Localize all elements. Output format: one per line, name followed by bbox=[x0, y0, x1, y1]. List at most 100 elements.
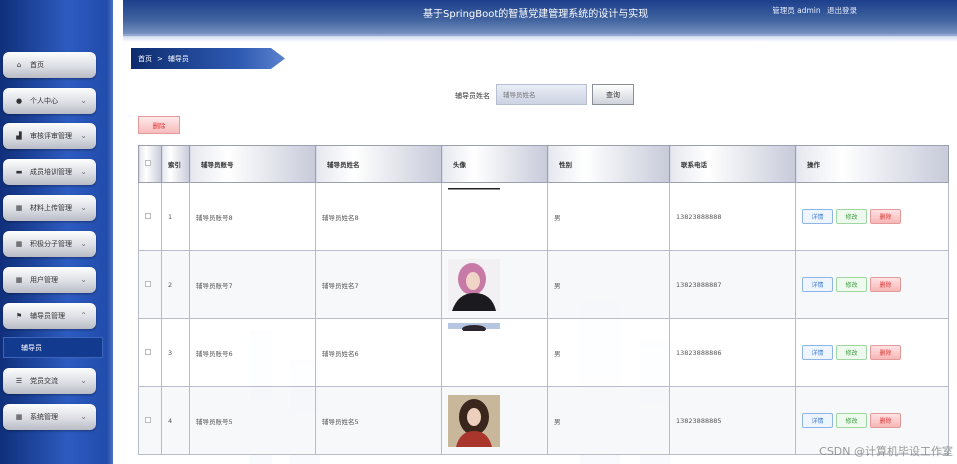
detail-button[interactable]: 详情 bbox=[802, 413, 833, 428]
delete-button[interactable]: 删除 bbox=[870, 277, 901, 292]
gender-cell: 男 bbox=[547, 318, 670, 387]
name-cell: 辅导员姓名8 bbox=[315, 182, 442, 251]
index-cell: 3 bbox=[161, 318, 190, 387]
chevron-down-icon: ⌄ bbox=[80, 412, 87, 421]
row-checkbox-cell[interactable] bbox=[138, 318, 162, 387]
chevron-up-icon: ⌃ bbox=[80, 311, 87, 320]
chevron-down-icon: ⌄ bbox=[80, 167, 87, 176]
row-checkbox[interactable] bbox=[145, 212, 151, 219]
phone-cell: 13823888888 bbox=[669, 182, 796, 251]
account-cell: 辅导员账号6 bbox=[189, 318, 316, 387]
watermark: CSDN @计算机毕设工作室 bbox=[819, 445, 953, 458]
app-title: 基于SpringBoot的智慧党建管理系统的设计与实现 bbox=[423, 9, 649, 20]
avatar bbox=[448, 188, 500, 190]
detail-button[interactable]: 详情 bbox=[802, 209, 833, 224]
bulk-delete-button[interactable]: 删除 bbox=[138, 116, 180, 134]
edit-button[interactable]: 修改 bbox=[836, 345, 867, 360]
sidebar-item-counselors[interactable]: ⚑ 辅导员管理 ⌃ bbox=[3, 303, 96, 329]
account-cell: 辅导员账号8 bbox=[189, 182, 316, 251]
grid-icon: ▦ bbox=[15, 276, 23, 284]
flag-icon: ⚑ bbox=[15, 312, 23, 320]
index-cell: 4 bbox=[161, 386, 190, 455]
search-label: 辅导员姓名 bbox=[455, 92, 490, 100]
home-icon: ⌂ bbox=[16, 61, 22, 69]
select-all-checkbox[interactable] bbox=[145, 160, 151, 166]
sidebar-item-activists[interactable]: ▦ 积极分子管理 ⌄ bbox=[3, 231, 96, 257]
column-header: 操作 bbox=[795, 145, 949, 183]
edit-button[interactable]: 修改 bbox=[836, 277, 867, 292]
sidebar-item-training[interactable]: ▬ 成员培训管理 ⌄ bbox=[3, 159, 96, 185]
sidebar-item-materials[interactable]: ▦ 材料上传管理 ⌄ bbox=[3, 195, 96, 221]
name-cell: 辅导员姓名6 bbox=[315, 318, 442, 387]
detail-button[interactable]: 详情 bbox=[802, 345, 833, 360]
chevron-down-icon: ⌄ bbox=[80, 203, 87, 212]
chevron-down-icon: ⌄ bbox=[80, 239, 87, 248]
sidebar-item-personal-center[interactable]: ● 个人中心 ⌄ bbox=[3, 88, 96, 114]
phone-cell: 13823888887 bbox=[669, 250, 796, 319]
column-header: 联系电话 bbox=[669, 145, 796, 183]
delete-button[interactable]: 删除 bbox=[870, 413, 901, 428]
menu-icon: ☰ bbox=[15, 377, 23, 385]
grid-icon: ▦ bbox=[15, 240, 23, 248]
gender-cell: 男 bbox=[547, 250, 670, 319]
delete-button[interactable]: 删除 bbox=[870, 345, 901, 360]
select-all-header[interactable] bbox=[138, 145, 162, 183]
search-button[interactable]: 查询 bbox=[592, 84, 634, 105]
sidebar-item-label: 材料上传管理 bbox=[30, 204, 72, 212]
sidebar-item-system[interactable]: ▦ 系统管理 ⌄ bbox=[3, 404, 96, 430]
column-header: 性别 bbox=[547, 145, 670, 183]
breadcrumb-current: 辅导员 bbox=[167, 54, 189, 63]
sidebar-item-label: 党员交流 bbox=[30, 377, 58, 385]
actions-cell: 详情 修改 删除 bbox=[795, 250, 949, 319]
chevron-down-icon: ⌄ bbox=[80, 376, 87, 385]
grid-icon: ▦ bbox=[15, 204, 23, 212]
sidebar-item-users[interactable]: ▦ 用户管理 ⌄ bbox=[3, 267, 96, 293]
actions-cell: 详情 修改 删除 bbox=[795, 318, 949, 387]
edit-button[interactable]: 修改 bbox=[836, 413, 867, 428]
sidebar-item-label: 系统管理 bbox=[30, 413, 58, 421]
sidebar-item-review[interactable]: ▟ 审核评审管理 ⌄ bbox=[3, 123, 96, 149]
row-checkbox-cell[interactable] bbox=[138, 182, 162, 251]
table-row: 3 辅导员账号6 辅导员姓名6 男 13823888886 详情 修改 删除 bbox=[138, 318, 949, 387]
breadcrumb-separator: > bbox=[157, 54, 163, 63]
table-header-row: 索引 辅导员账号 辅导员姓名 头像 性别 联系电话 操作 bbox=[138, 145, 949, 183]
search-input[interactable] bbox=[496, 84, 587, 105]
row-checkbox[interactable] bbox=[145, 348, 151, 355]
column-header: 索引 bbox=[161, 145, 190, 183]
phone-cell: 13823888886 bbox=[669, 318, 796, 387]
row-checkbox[interactable] bbox=[145, 280, 151, 287]
avatar bbox=[448, 394, 500, 447]
top-header: 基于SpringBoot的智慧党建管理系统的设计与实现 管理员 admin 退出… bbox=[123, 0, 957, 42]
sidebar-item-exchange[interactable]: ☰ 党员交流 ⌄ bbox=[3, 368, 96, 394]
logout-link[interactable]: 退出登录 bbox=[827, 6, 857, 15]
sidebar-item-label: 积极分子管理 bbox=[30, 240, 72, 248]
sidebar-item-label: 个人中心 bbox=[30, 97, 58, 105]
name-cell: 辅导员姓名5 bbox=[315, 386, 442, 455]
grid-icon: ▦ bbox=[15, 413, 23, 421]
column-header: 辅导员账号 bbox=[189, 145, 316, 183]
sidebar-item-label: 用户管理 bbox=[30, 276, 58, 284]
row-checkbox-cell[interactable] bbox=[138, 386, 162, 455]
edit-button[interactable]: 修改 bbox=[836, 209, 867, 224]
account-cell: 辅导员账号7 bbox=[189, 250, 316, 319]
avatar-cell bbox=[441, 250, 548, 319]
index-cell: 1 bbox=[161, 182, 190, 251]
avatar-cell bbox=[441, 318, 548, 387]
column-header: 辅导员姓名 bbox=[315, 145, 442, 183]
avatar-cell bbox=[441, 182, 548, 251]
actions-cell: 详情 修改 删除 bbox=[795, 182, 949, 251]
sidebar-item-label: 成员培训管理 bbox=[30, 168, 72, 176]
sidebar-subitem-counselor[interactable]: 辅导员 bbox=[3, 337, 103, 358]
index-cell: 2 bbox=[161, 250, 190, 319]
breadcrumb-home[interactable]: 首页 bbox=[138, 54, 152, 64]
row-checkbox-cell[interactable] bbox=[138, 250, 162, 319]
row-checkbox[interactable] bbox=[145, 416, 151, 423]
avatar-cell bbox=[441, 386, 548, 455]
chevron-down-icon: ⌄ bbox=[80, 275, 87, 284]
detail-button[interactable]: 详情 bbox=[802, 277, 833, 292]
avatar bbox=[448, 258, 500, 311]
delete-button[interactable]: 删除 bbox=[870, 209, 901, 224]
gender-cell: 男 bbox=[547, 386, 670, 455]
sidebar-item-home[interactable]: ⌂ 首页 bbox=[3, 52, 96, 78]
bar-chart-icon: ▟ bbox=[16, 132, 22, 140]
